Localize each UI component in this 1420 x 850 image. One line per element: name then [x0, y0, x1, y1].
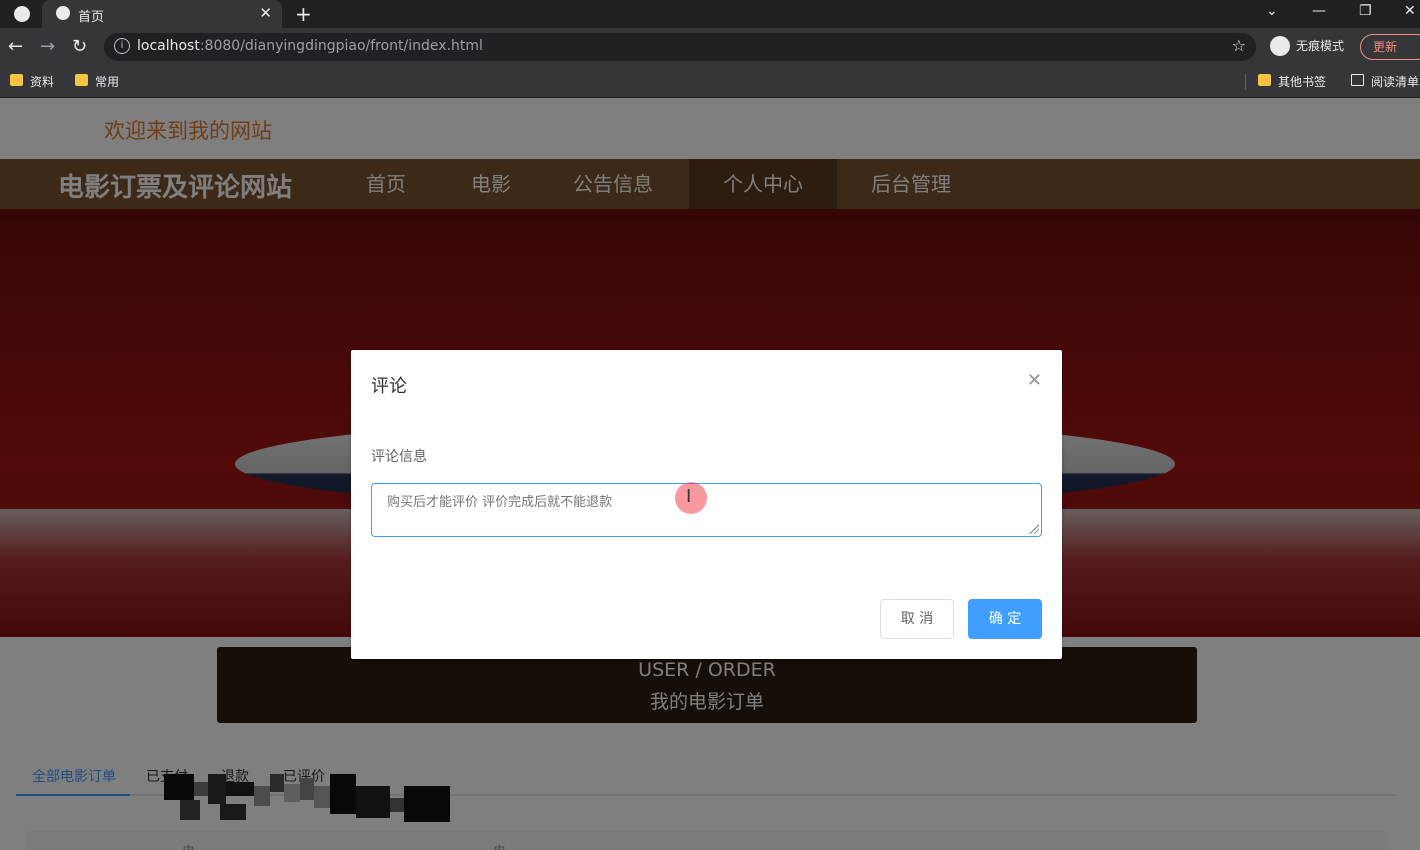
- minimize-icon[interactable]: —: [1312, 3, 1326, 19]
- bookmark-folder[interactable]: 资料: [10, 73, 54, 90]
- text-cursor-icon: I: [686, 486, 692, 507]
- close-icon[interactable]: ✕: [1027, 370, 1042, 391]
- bookmarks-bar: 资料 常用 其他书签 阅读清单: [0, 66, 1420, 98]
- bookmark-star-icon[interactable]: ☆: [1232, 36, 1246, 55]
- close-window-icon[interactable]: ✕: [1404, 3, 1416, 19]
- comment-dialog: 评论 ✕ 评论信息 取 消 确 定: [351, 350, 1062, 659]
- confirm-button[interactable]: 确 定: [968, 599, 1042, 639]
- comment-field-label: 评论信息: [371, 449, 427, 465]
- reading-list[interactable]: 阅读清单: [1351, 73, 1419, 90]
- resize-handle-icon[interactable]: [1029, 524, 1039, 534]
- browser-menu-icon[interactable]: [14, 6, 30, 22]
- tab-title: 首页: [78, 10, 105, 25]
- globe-icon: [56, 6, 70, 20]
- incognito-icon: [1270, 36, 1290, 56]
- restore-icon[interactable]: ❐: [1359, 3, 1372, 19]
- dialog-title: 评论: [371, 376, 407, 397]
- close-tab-icon[interactable]: ✕: [259, 4, 272, 22]
- cancel-button[interactable]: 取 消: [880, 599, 954, 639]
- address-bar[interactable]: i localhost:8080/dianyingdingpiao/front/…: [104, 33, 1256, 61]
- mouse-cursor-indicator: I: [675, 482, 707, 514]
- browser-tabbar: 首页 ✕ + ⌄ — ❐ ✕: [0, 0, 1420, 28]
- comment-textarea[interactable]: [371, 483, 1042, 537]
- incognito-indicator[interactable]: 无痕模式: [1266, 32, 1352, 60]
- url-text: localhost:8080/dianyingdingpiao/front/in…: [137, 38, 483, 54]
- new-tab-icon[interactable]: +: [295, 2, 312, 26]
- tab-search-icon[interactable]: ⌄: [1266, 3, 1278, 19]
- bookmark-folder[interactable]: 常用: [75, 73, 119, 90]
- info-icon[interactable]: i: [114, 38, 130, 54]
- browser-tab[interactable]: 首页 ✕: [42, 0, 282, 28]
- folder-icon: [10, 74, 23, 86]
- reload-icon[interactable]: ↻: [72, 36, 87, 57]
- divider: [1245, 74, 1246, 90]
- folder-icon: [75, 74, 88, 86]
- folder-icon: [1258, 74, 1271, 86]
- update-button[interactable]: 更新: [1360, 34, 1420, 60]
- back-icon[interactable]: ←: [8, 36, 23, 57]
- reading-list-icon: [1351, 74, 1364, 86]
- forward-icon[interactable]: →: [40, 36, 55, 57]
- browser-toolbar: ← → ↻ i localhost:8080/dianyingdingpiao/…: [0, 28, 1420, 66]
- other-bookmarks[interactable]: 其他书签: [1258, 73, 1326, 90]
